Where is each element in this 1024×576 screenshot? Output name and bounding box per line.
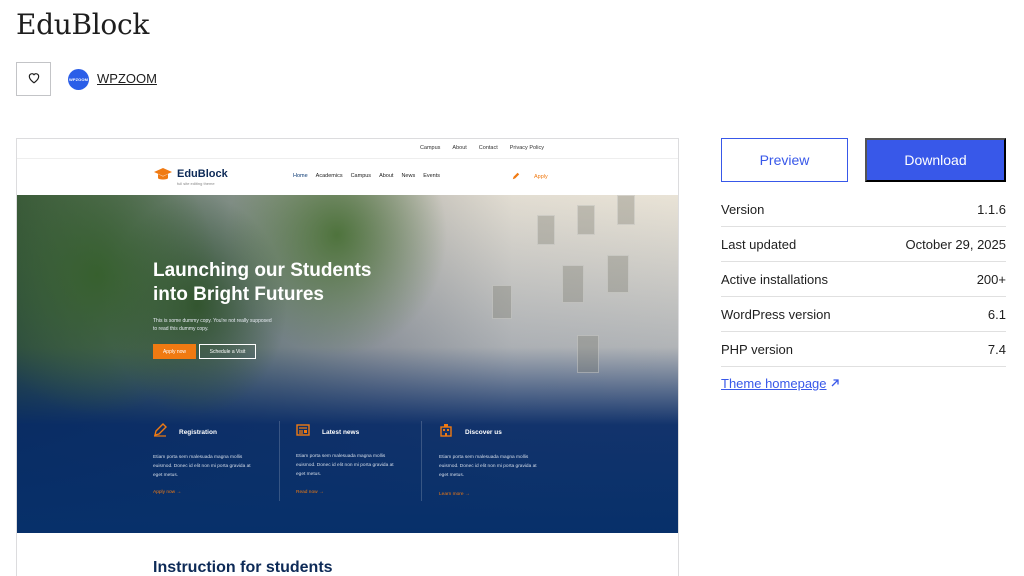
main-nav-item: Academics	[315, 173, 343, 179]
meta-value: 6.1	[987, 306, 1006, 322]
hero-visit-button: Schedule a Visit	[199, 344, 256, 359]
theme-meta-list: Version 1.1.6 Last updated October 29, 2…	[721, 192, 1006, 367]
feature-registration: Registration Etiam porta sem malesuada m…	[153, 423, 273, 480]
graduation-cap-icon	[153, 167, 173, 188]
meta-value: 1.1.6	[977, 201, 1006, 217]
feature-discover: Discover us Etiam porta sem malesuada ma…	[439, 423, 559, 480]
pencil-icon	[512, 172, 520, 182]
feature-link: Apply now →	[153, 490, 182, 495]
meta-label: Version	[721, 201, 765, 217]
meta-row-last-updated: Last updated October 29, 2025	[721, 227, 1006, 262]
apply-label: Apply	[534, 174, 548, 180]
favorite-button[interactable]	[16, 62, 51, 96]
preview-apply-link: Apply	[512, 172, 548, 182]
preview-logo: EduBlock full site editing theme	[153, 167, 228, 188]
header-divider	[17, 158, 678, 159]
main-nav-item: News	[401, 173, 416, 179]
pencil-icon	[153, 423, 167, 442]
feature-text: Etiam porta sem malesuada magna mollis e…	[296, 454, 394, 477]
heart-icon	[27, 71, 41, 87]
preview-logo-tagline: full site editing theme	[177, 181, 215, 186]
feature-text: Etiam porta sem malesuada magna mollis e…	[153, 455, 251, 478]
feature-link: Learn more →	[439, 492, 470, 497]
main-nav-item: Events	[423, 173, 441, 179]
author-avatar: WPZOOM	[68, 69, 89, 90]
top-nav-item: Campus	[419, 145, 441, 151]
meta-label: WordPress version	[721, 306, 831, 322]
hero-apply-button: Apply now	[153, 344, 196, 359]
main-nav-item: Campus	[350, 173, 372, 179]
top-nav-item: Contact	[478, 145, 498, 151]
meta-row-version: Version 1.1.6	[721, 192, 1006, 227]
hero-title-line: Launching our Students	[153, 260, 372, 281]
meta-label: PHP version	[721, 341, 794, 357]
author-link[interactable]: WPZOOM	[97, 71, 157, 86]
external-link-icon	[830, 376, 840, 391]
theme-title: EduBlock	[16, 8, 150, 41]
main-nav-item: About	[379, 173, 394, 179]
theme-homepage-link[interactable]: Theme homepage	[721, 376, 840, 391]
feature-link: Read now →	[296, 490, 324, 495]
meta-label: Last updated	[721, 236, 797, 252]
hero-image: Launching our Students into Bright Futur…	[17, 195, 678, 533]
preview-button[interactable]: Preview	[721, 138, 848, 182]
feature-title: Discover us	[465, 429, 502, 436]
preview-main-nav: Home Academics Campus About News Events	[293, 173, 440, 179]
meta-value: 7.4	[987, 341, 1006, 357]
preview-top-nav: Campus About Contact Privacy Policy	[420, 145, 544, 151]
hero-copy: This is some dummy copy. You're not real…	[153, 318, 272, 332]
newspaper-icon	[296, 423, 310, 441]
meta-label: Active installations	[721, 271, 828, 287]
instructions-heading: Instruction for students	[153, 559, 333, 576]
meta-row-active-installations: Active installations 200+	[721, 262, 1006, 297]
hero-title-line: into Bright Futures	[153, 284, 324, 305]
download-button[interactable]: Download	[865, 138, 1006, 182]
top-nav-item: About	[452, 145, 467, 151]
feature-divider	[421, 421, 422, 501]
meta-row-php-version: PHP version 7.4	[721, 332, 1006, 367]
meta-row-wordpress-version: WordPress version 6.1	[721, 297, 1006, 332]
meta-value: October 29, 2025	[905, 236, 1006, 252]
hero-title: Launching our Students into Bright Futur…	[153, 259, 413, 307]
top-nav-item: Privacy Policy	[509, 145, 544, 151]
main-nav-item: Home	[293, 173, 308, 179]
feature-news: Latest news Etiam porta sem malesuada ma…	[296, 423, 416, 479]
building-icon	[439, 423, 453, 442]
preview-logo-name: EduBlock	[177, 168, 228, 180]
theme-screenshot: Campus About Contact Privacy Policy EduB…	[16, 138, 679, 576]
feature-title: Latest news	[322, 428, 360, 436]
feature-text: Etiam porta sem malesuada magna mollis e…	[439, 455, 537, 478]
meta-value: 200+	[976, 271, 1006, 287]
feature-title: Registration	[179, 429, 217, 436]
feature-divider	[279, 421, 280, 501]
theme-homepage-label: Theme homepage	[721, 376, 827, 391]
